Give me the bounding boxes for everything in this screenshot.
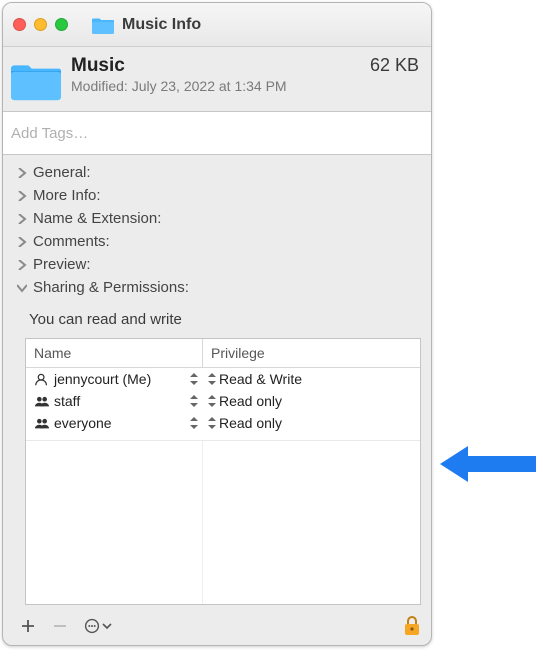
chevron-right-icon (17, 260, 27, 270)
window-title: Music Info (122, 16, 201, 34)
table-row[interactable]: everyone Read only (26, 412, 420, 434)
ellipsis-circle-icon (84, 618, 112, 634)
stepper-icon[interactable] (189, 417, 199, 429)
stepper-icon[interactable] (207, 395, 217, 407)
permission-user: jennycourt (Me) (54, 371, 151, 387)
add-tags-input[interactable] (3, 111, 431, 155)
folder-icon (11, 59, 61, 101)
item-name: Music (71, 55, 125, 77)
permission-privilege: Read & Write (219, 371, 302, 387)
permissions-note: You can read and write (29, 311, 421, 328)
chevron-down-icon (17, 283, 27, 293)
plus-icon (20, 618, 36, 634)
user-icon (34, 372, 50, 386)
permissions-body: You can read and write Name Privilege je… (3, 301, 431, 611)
tags-field[interactable] (3, 111, 431, 155)
folder-icon (92, 16, 114, 34)
chevron-right-icon (17, 191, 27, 201)
stepper-icon[interactable] (207, 417, 217, 429)
lock-icon[interactable] (403, 615, 421, 637)
close-window-button[interactable] (13, 18, 26, 31)
section-more-info[interactable]: More Info: (3, 184, 431, 207)
stepper-icon[interactable] (189, 373, 199, 385)
table-header: Name Privilege (26, 339, 420, 368)
permission-privilege: Read only (219, 415, 282, 431)
info-window: Music Info Music 62 KB Modified: July 23… (2, 2, 432, 646)
titlebar: Music Info (3, 3, 431, 47)
action-menu-button[interactable] (81, 615, 115, 637)
item-size: 62 KB (370, 55, 419, 76)
column-privilege[interactable]: Privilege (203, 339, 420, 367)
section-sharing-permissions[interactable]: Sharing & Permissions: (3, 276, 431, 299)
chevron-right-icon (17, 168, 27, 178)
stepper-icon[interactable] (207, 373, 217, 385)
group-icon (34, 394, 50, 408)
section-name-extension[interactable]: Name & Extension: (3, 207, 431, 230)
zoom-window-button[interactable] (55, 18, 68, 31)
summary-section: Music 62 KB Modified: July 23, 2022 at 1… (3, 47, 431, 111)
add-user-button[interactable] (17, 615, 39, 637)
permission-user: staff (54, 393, 80, 409)
section-preview[interactable]: Preview: (3, 253, 431, 276)
column-name[interactable]: Name (26, 339, 203, 367)
stepper-icon[interactable] (189, 395, 199, 407)
permission-privilege: Read only (219, 393, 282, 409)
remove-user-button[interactable] (49, 615, 71, 637)
table-row[interactable]: jennycourt (Me) Read & Write (26, 368, 420, 390)
permissions-footer (3, 611, 431, 645)
minimize-window-button[interactable] (34, 18, 47, 31)
section-comments[interactable]: Comments: (3, 230, 431, 253)
table-row[interactable]: staff Read only (26, 390, 420, 412)
disclosure-sections: General: More Info: Name & Extension: Co… (3, 159, 431, 301)
chevron-right-icon (17, 214, 27, 224)
item-modified: Modified: July 23, 2022 at 1:34 PM (71, 78, 419, 94)
chevron-right-icon (17, 237, 27, 247)
permissions-table: Name Privilege jennycourt (Me) Read & Wri… (25, 338, 421, 605)
minus-icon (52, 618, 68, 634)
callout-arrow-icon (440, 442, 536, 486)
group-icon (34, 416, 50, 430)
permission-user: everyone (54, 415, 112, 431)
section-general[interactable]: General: (3, 161, 431, 184)
window-controls (13, 18, 68, 31)
